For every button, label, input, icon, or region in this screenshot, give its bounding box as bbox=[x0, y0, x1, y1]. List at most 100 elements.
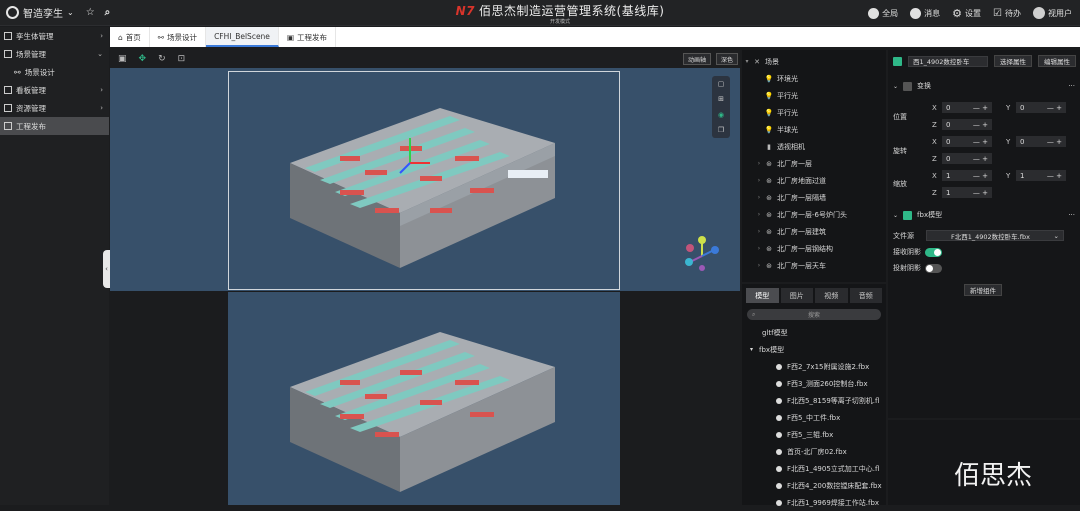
scale-y-field[interactable]: Y 1— + bbox=[1006, 170, 1066, 181]
bulb-icon: 💡 bbox=[764, 108, 774, 117]
asset-search-input[interactable]: ⌕ 搜索 bbox=[747, 309, 881, 320]
tree-node-group[interactable]: › ⊛ 北厂房地面过道 bbox=[742, 172, 886, 189]
tab-cfhi-belscene[interactable]: CFHI_BelScene bbox=[206, 27, 279, 47]
receive-shadow-toggle[interactable] bbox=[925, 247, 942, 257]
asset-file[interactable]: F北西4_200数控镗床配套.fbx bbox=[742, 477, 886, 494]
caret-down-icon[interactable]: ⌄ bbox=[893, 212, 898, 219]
group-fbx[interactable]: ▾ fbx模型 bbox=[742, 341, 886, 358]
settings-button[interactable]: ⚙ 设置 bbox=[952, 7, 981, 20]
move-icon[interactable]: ✥ bbox=[139, 54, 147, 64]
group-icon: ⊛ bbox=[766, 193, 772, 202]
sidebar-item-resource[interactable]: 资源管理 › bbox=[0, 99, 109, 117]
sidebar-item-twin[interactable]: 孪生体管理 › bbox=[0, 27, 109, 45]
dark-theme-button[interactable]: 深色 bbox=[716, 53, 739, 65]
star-icon[interactable]: ☆ bbox=[86, 7, 95, 18]
todo-button[interactable]: ☑ 待办 bbox=[993, 8, 1021, 19]
tree-node-directional-light[interactable]: 💡 平行光 bbox=[742, 104, 886, 121]
more-icon[interactable]: ··· bbox=[1068, 211, 1075, 219]
rotation-y-field[interactable]: Y 0— + bbox=[1006, 136, 1066, 147]
select-properties-button[interactable]: 选择属性 bbox=[994, 55, 1032, 67]
grid-icon[interactable]: ⊞ bbox=[718, 95, 724, 103]
tab-images[interactable]: 图片 bbox=[780, 288, 813, 303]
tab-models[interactable]: 模型 bbox=[746, 288, 779, 303]
tree-node-hemisphere-light[interactable]: 💡 半球光 bbox=[742, 121, 886, 138]
visible-checkbox[interactable] bbox=[893, 56, 902, 66]
file-source-select[interactable]: F北西1_4902数控卧车.fbx ⌄ bbox=[926, 230, 1064, 241]
tree-node-scene[interactable]: ▾ ✕ 场景 bbox=[742, 53, 886, 70]
cast-shadow-toggle[interactable] bbox=[925, 263, 942, 273]
rotation-x-field[interactable]: X 0— + bbox=[932, 136, 992, 147]
brand[interactable]: 智造孪生 ⌄ ☆ ⌕ bbox=[0, 5, 110, 20]
tree-node-camera[interactable]: ▮ 透视相机 bbox=[742, 138, 886, 155]
save-icon[interactable]: ▣ bbox=[118, 54, 127, 64]
tree-node-ambient-light[interactable]: 💡 环境光 bbox=[742, 70, 886, 87]
position-y-field[interactable]: Y 0— + bbox=[1006, 102, 1066, 113]
search-icon: ⌕ bbox=[752, 310, 756, 318]
scale-icon[interactable]: ⊡ bbox=[178, 54, 186, 64]
share-icon: ⚯ bbox=[157, 32, 165, 42]
properties-panel: 西1_4902数控卧车 选择属性 编辑属性 ⌄ 变换 ··· 位置 旋转 缩放 … bbox=[888, 50, 1080, 418]
fbx-checkbox[interactable] bbox=[903, 210, 913, 220]
user-menu[interactable]: 视用户 bbox=[1033, 7, 1072, 19]
tree-node-group[interactable]: › ⊛ 北厂房一层钢结构 bbox=[742, 240, 886, 257]
asset-file[interactable]: F西2_7x15附属设施2.fbx bbox=[742, 358, 886, 375]
tree-node-group[interactable]: › ⊛ 北厂房一层建筑 bbox=[742, 223, 886, 240]
globe-icon bbox=[868, 7, 880, 19]
copy-icon[interactable]: ❐ bbox=[718, 126, 724, 134]
sidebar-item-scene[interactable]: 场景管理 ⌄ bbox=[0, 45, 109, 63]
edit-properties-button[interactable]: 编辑属性 bbox=[1038, 55, 1076, 67]
asset-file[interactable]: 首页-北厂房02.fbx bbox=[742, 443, 886, 460]
asset-file[interactable]: F北西5_8159等离子切割机.fl bbox=[742, 392, 886, 409]
asset-file[interactable]: F西5_中工件.fbx bbox=[742, 409, 886, 426]
transform-checkbox[interactable] bbox=[903, 81, 913, 91]
tab-home[interactable]: ⌂ 首页 bbox=[110, 27, 150, 47]
add-component-button[interactable]: 新增组件 bbox=[964, 284, 1002, 296]
tree-node-directional-light[interactable]: 💡 平行光 bbox=[742, 87, 886, 104]
caret-down-icon: ▾ bbox=[750, 346, 754, 353]
frame-icon[interactable]: ▢ bbox=[718, 80, 725, 88]
chevron-down-icon: ⌄ bbox=[1053, 231, 1059, 240]
viewport-main[interactable]: ▢ ⊞ ◉ ❐ bbox=[110, 68, 740, 291]
asset-file[interactable]: F西3_测面260控制台.fbx bbox=[742, 375, 886, 392]
scale-x-field[interactable]: X 1— + bbox=[932, 170, 992, 181]
search-icon[interactable]: ⌕ bbox=[105, 7, 111, 18]
asset-file[interactable]: F北西1_4905立式加工中心.fl bbox=[742, 460, 886, 477]
group-icon: ⊛ bbox=[766, 227, 772, 236]
position-z-field[interactable]: Z 0— + bbox=[932, 119, 992, 130]
asset-file[interactable]: F西5_三辊.fbx bbox=[742, 426, 886, 443]
scale-z-field[interactable]: Z 1— + bbox=[932, 187, 992, 198]
tab-scene-design[interactable]: ⚯ 场景设计 bbox=[150, 27, 207, 47]
tree-node-group[interactable]: › ⊛ 北厂房一层隔墙 bbox=[742, 189, 886, 206]
object-name-field[interactable]: 西1_4902数控卧车 bbox=[908, 55, 988, 67]
global-button[interactable]: 全局 bbox=[868, 7, 898, 19]
axis-gizmo[interactable] bbox=[682, 234, 722, 274]
position-x-field[interactable]: X 0— + bbox=[932, 102, 992, 113]
chevron-down-icon[interactable]: ⌄ bbox=[67, 8, 74, 17]
tab-videos[interactable]: 视频 bbox=[815, 288, 848, 303]
group-icon: ⊛ bbox=[766, 261, 772, 270]
rotate-icon[interactable]: ↻ bbox=[158, 54, 166, 64]
tree-node-group[interactable]: › ⊛ 北厂房一层 bbox=[742, 155, 886, 172]
tab-audio[interactable]: 音频 bbox=[849, 288, 882, 303]
collapse-sidebar-handle[interactable]: ‹ bbox=[103, 250, 110, 288]
sidebar-item-dashboard[interactable]: 看板管理 › bbox=[0, 81, 109, 99]
sidebar-item-publish[interactable]: 工程发布 bbox=[0, 117, 109, 135]
asset-file[interactable]: F北西1_9969焊接工作站.fbx bbox=[742, 494, 886, 511]
header-actions: 全局 消息 ⚙ 设置 ☑ 待办 视用户 bbox=[868, 0, 1072, 26]
caret-down-icon[interactable]: ⌄ bbox=[893, 83, 898, 90]
scene-icon bbox=[4, 50, 12, 58]
tree-node-group[interactable]: › ⊛ 北厂房一层天车 bbox=[742, 257, 886, 274]
scale-label: 缩放 bbox=[893, 180, 907, 188]
rotation-z-field[interactable]: Z 0— + bbox=[932, 153, 992, 164]
tab-publish[interactable]: ▣ 工程发布 bbox=[279, 27, 337, 47]
more-icon[interactable]: ··· bbox=[1068, 82, 1075, 90]
message-button[interactable]: 消息 bbox=[910, 7, 940, 19]
animation-axis-button[interactable]: 动画轴 bbox=[683, 53, 712, 65]
tree-node-group[interactable]: › ⊛ 北厂房一层-6号炉门头 bbox=[742, 206, 886, 223]
model-icon bbox=[776, 380, 782, 387]
model-icon bbox=[776, 465, 782, 472]
model-icon bbox=[776, 397, 782, 404]
sidebar-item-scene-design[interactable]: ⚯ 场景设计 bbox=[0, 63, 109, 81]
group-gltf[interactable]: gltf模型 bbox=[742, 324, 886, 341]
camera-icon[interactable]: ◉ bbox=[718, 111, 724, 119]
